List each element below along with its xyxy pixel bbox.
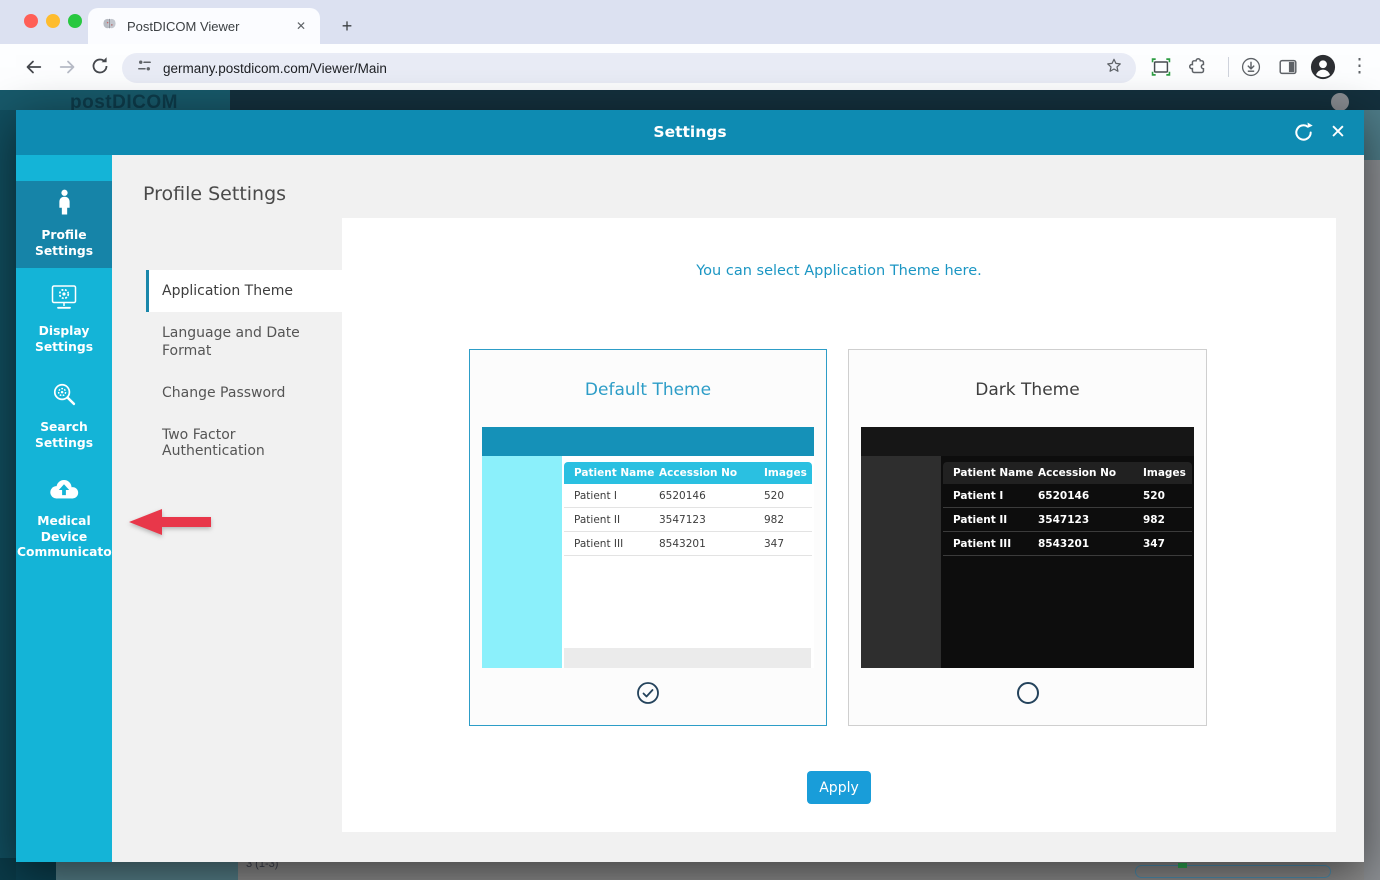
preview-footer-bar bbox=[564, 648, 811, 668]
sidebar-item-label: Display Settings bbox=[17, 324, 111, 355]
preview-table-row: Patient II3547123982 bbox=[564, 508, 812, 532]
preview-table-row: Patient I6520146520 bbox=[943, 484, 1192, 508]
preview-sidebar bbox=[861, 456, 941, 668]
profile-avatar[interactable] bbox=[1310, 54, 1336, 85]
preview-table-row: Patient III8543201347 bbox=[943, 532, 1192, 556]
preview-table-row: Patient III8543201347 bbox=[564, 532, 812, 556]
url-text[interactable]: germany.postdicom.com/Viewer/Main bbox=[163, 61, 1104, 76]
search-gear-icon bbox=[52, 382, 77, 411]
preview-table: Patient Name Accession No Images Patient… bbox=[564, 462, 812, 556]
theme-card-default[interactable]: Default Theme Patient Name Accession No … bbox=[469, 349, 827, 726]
subnav-item-change-password[interactable]: Change Password bbox=[146, 385, 285, 401]
apply-button[interactable]: Apply bbox=[807, 771, 871, 804]
new-tab-button[interactable]: + bbox=[336, 15, 358, 37]
preview-content: Patient Name Accession No Images Patient… bbox=[941, 456, 1194, 668]
sidebar-item-label: Search Settings bbox=[17, 420, 111, 451]
subnav-item-two-factor-authentication[interactable]: Two Factor Authentication bbox=[146, 427, 342, 459]
sidebar-item-display-settings[interactable]: Display Settings bbox=[16, 268, 112, 371]
browser-tab-strip: PostDICOM Viewer ✕ + bbox=[0, 0, 1380, 44]
preview-table-row: Patient I6520146520 bbox=[564, 484, 812, 508]
side-panel-icon[interactable] bbox=[1277, 56, 1299, 83]
settings-content: Profile Settings Application Theme Langu… bbox=[112, 155, 1364, 862]
site-info-icon[interactable] bbox=[136, 57, 153, 79]
radio-circle-icon[interactable] bbox=[1016, 681, 1040, 705]
theme-hint-text: You can select Application Theme here. bbox=[342, 263, 1336, 279]
subnav-item-language-date-format[interactable]: Language and Date Format bbox=[146, 325, 322, 360]
modal-title: Settings bbox=[16, 110, 1364, 155]
address-bar[interactable]: germany.postdicom.com/Viewer/Main bbox=[122, 53, 1136, 83]
check-circle-icon[interactable] bbox=[636, 681, 660, 705]
preview-header-bar bbox=[482, 427, 814, 456]
preview-table-header: Patient Name Accession No Images bbox=[943, 462, 1192, 484]
sidebar-spacer bbox=[16, 155, 112, 181]
sidebar-item-profile-settings[interactable]: Profile Settings bbox=[16, 181, 112, 268]
theme-card-dark[interactable]: Dark Theme Patient Name Accession No Ima… bbox=[848, 349, 1207, 726]
background-app-header: postDICOM bbox=[0, 90, 1380, 110]
browser-tab[interactable]: PostDICOM Viewer ✕ bbox=[88, 8, 320, 44]
preview-table-row: Patient II3547123982 bbox=[943, 508, 1192, 532]
monitor-gear-icon bbox=[49, 284, 79, 315]
background-green-remnant bbox=[1178, 863, 1187, 868]
dark-theme-preview: Patient Name Accession No Images Patient… bbox=[861, 427, 1194, 668]
application-theme-panel: You can select Application Theme here. D… bbox=[342, 218, 1336, 832]
dark-theme-title: Dark Theme bbox=[849, 380, 1206, 400]
background-left-sidebar bbox=[0, 110, 16, 880]
background-bottom-teal-block bbox=[56, 862, 238, 880]
background-bottom-strip: 3 (1-3) bbox=[16, 862, 1364, 880]
mac-zoom-button[interactable] bbox=[68, 14, 82, 28]
preview-sidebar bbox=[482, 456, 562, 668]
sidebar-item-search-settings[interactable]: Search Settings bbox=[16, 371, 112, 463]
bookmark-star-icon[interactable] bbox=[1104, 56, 1124, 81]
sidebar-item-label: Medical Device Communicator bbox=[17, 514, 111, 561]
preview-header-bar bbox=[861, 427, 1194, 456]
postdicom-logo: postDICOM bbox=[70, 92, 178, 110]
back-icon[interactable] bbox=[22, 56, 44, 78]
preview-content: Patient Name Accession No Images Patient… bbox=[562, 456, 814, 668]
modal-header: Settings ✕ bbox=[16, 110, 1364, 155]
person-icon bbox=[55, 189, 74, 219]
preview-table-header: Patient Name Accession No Images bbox=[564, 462, 812, 484]
background-bottom-dark-block bbox=[16, 862, 56, 880]
reload-icon[interactable] bbox=[90, 56, 112, 78]
preview-table: Patient Name Accession No Images Patient… bbox=[943, 462, 1192, 556]
close-icon[interactable]: ✕ bbox=[1326, 120, 1350, 144]
toolbar-separator bbox=[1228, 57, 1229, 77]
settings-sidebar: Profile Settings Display Settings Search… bbox=[16, 155, 112, 862]
background-outlined-button bbox=[1135, 865, 1331, 878]
background-avatar-remnant bbox=[1331, 93, 1349, 111]
default-theme-preview: Patient Name Accession No Images Patient… bbox=[482, 427, 814, 668]
background-right-strip bbox=[1364, 160, 1380, 880]
background-page-indicator: 3 (1-3) bbox=[246, 862, 278, 870]
sidebar-item-label: Profile Settings bbox=[17, 228, 111, 259]
settings-modal: Settings ✕ Profile Settings Display Sett… bbox=[16, 110, 1364, 862]
annotation-arrow-left bbox=[126, 505, 214, 539]
cloud-upload-icon bbox=[47, 477, 81, 505]
download-icon[interactable] bbox=[1240, 56, 1262, 83]
tab-close-icon[interactable]: ✕ bbox=[292, 17, 310, 35]
default-theme-title: Default Theme bbox=[470, 380, 826, 400]
subnav-item-application-theme[interactable]: Application Theme bbox=[146, 270, 342, 312]
favicon-brain-icon bbox=[102, 16, 117, 36]
screen-capture-icon[interactable] bbox=[1150, 56, 1172, 83]
browser-menu-kebab-icon[interactable]: ⋮ bbox=[1350, 55, 1369, 78]
mac-close-button[interactable] bbox=[24, 14, 38, 28]
mac-minimize-button[interactable] bbox=[46, 14, 60, 28]
background-right-strip-top bbox=[1364, 110, 1380, 160]
tab-title: PostDICOM Viewer bbox=[127, 19, 292, 34]
forward-icon[interactable] bbox=[57, 56, 79, 78]
refresh-icon[interactable] bbox=[1292, 121, 1316, 145]
sidebar-item-medical-device-communicator[interactable]: Medical Device Communicator bbox=[16, 463, 112, 575]
extensions-puzzle-icon[interactable] bbox=[1187, 56, 1208, 82]
background-left-corner bbox=[0, 858, 16, 880]
